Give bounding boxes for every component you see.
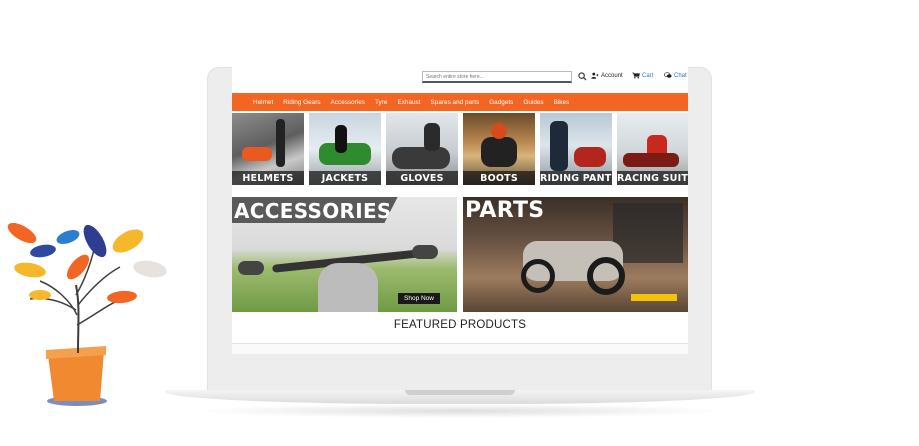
nav-item-gadgets[interactable]: Gadgets: [489, 99, 513, 106]
category-tile-riding-pants[interactable]: RIDING PANTS: [540, 113, 612, 185]
category-tile-jackets[interactable]: JACKETS: [309, 113, 381, 185]
nav-item-spares-and-parts[interactable]: Spares and parts: [431, 99, 480, 106]
motorbike-shape: [392, 147, 450, 169]
main-nav: Helmet Riding Gears Accessories Tyre Exh…: [232, 93, 688, 111]
accessories-banner[interactable]: ACCESSORIES Shop Now: [232, 197, 457, 312]
nav-item-exhaust[interactable]: Exhaust: [397, 99, 420, 106]
headlight-shape: [318, 263, 378, 312]
parts-shop-now-button[interactable]: [631, 294, 677, 301]
category-label: RACING SUITS: [617, 171, 688, 185]
nav-item-accessories[interactable]: Accessories: [331, 99, 365, 106]
website-screen: Account Cart Chat Helmet Riding Gears Ac…: [232, 67, 688, 354]
accessories-title: ACCESSORIES: [232, 197, 398, 223]
rider-figure: [335, 125, 347, 153]
cart-icon: [632, 72, 640, 79]
category-label: RIDING PANTS: [540, 171, 612, 185]
account-label: Account: [601, 72, 623, 79]
category-tile-helmets[interactable]: HELMETS: [232, 113, 304, 185]
accessories-shop-now-button[interactable]: Shop Now: [398, 293, 440, 304]
category-label: GLOVES: [386, 171, 458, 185]
parts-banner[interactable]: PARTS: [463, 197, 688, 312]
account-link[interactable]: Account: [591, 72, 623, 79]
nav-item-guides[interactable]: Guides: [523, 99, 543, 106]
nav-item-bikes[interactable]: Bikes: [554, 99, 570, 106]
motorbike-shape: [242, 147, 272, 161]
nav-item-tyre[interactable]: Tyre: [375, 99, 387, 106]
category-tile-gloves[interactable]: GLOVES: [386, 113, 458, 185]
motorbike-shape: [481, 137, 517, 167]
category-tile-boots[interactable]: BOOTS: [463, 113, 535, 185]
mirror-left-shape: [238, 261, 264, 275]
nav-item-helmet[interactable]: Helmet: [253, 99, 273, 106]
search-input[interactable]: [422, 71, 572, 83]
category-label: JACKETS: [309, 171, 381, 185]
chat-label: Chat: [674, 72, 687, 79]
cart-label: Cart: [642, 72, 654, 79]
rear-wheel-shape: [587, 257, 625, 295]
category-tiles: HELMETS JACKETS GLOVES BOOTS RIDING PANT…: [232, 113, 688, 185]
mirror-right-shape: [412, 245, 438, 259]
chat-link[interactable]: Chat: [664, 72, 687, 79]
category-label: BOOTS: [463, 171, 535, 185]
featured-products-area: [232, 343, 688, 354]
front-wheel-shape: [521, 259, 555, 293]
helmet-shape: [491, 123, 507, 139]
rider-figure: [424, 123, 440, 151]
rider-figure: [550, 121, 568, 171]
featured-products-heading: FEATURED PRODUCTS: [393, 319, 527, 331]
chat-icon: [664, 72, 672, 78]
motorbike-shape: [574, 147, 606, 167]
category-tile-racing-suits[interactable]: RACING SUITS: [617, 113, 688, 185]
laptop-shadow: [190, 404, 730, 418]
category-label: HELMETS: [232, 171, 304, 185]
search-icon[interactable]: [578, 72, 587, 81]
laptop-notch: [405, 390, 515, 395]
cart-link[interactable]: Cart: [632, 72, 653, 79]
motorbike-shape: [623, 153, 679, 167]
nav-item-riding-gears[interactable]: Riding Gears: [283, 99, 320, 106]
parts-title: PARTS: [465, 198, 545, 223]
shelf-shape: [613, 203, 683, 263]
rider-figure: [276, 119, 285, 167]
user-add-icon: [591, 72, 599, 79]
plant-illustration: [7, 222, 167, 406]
